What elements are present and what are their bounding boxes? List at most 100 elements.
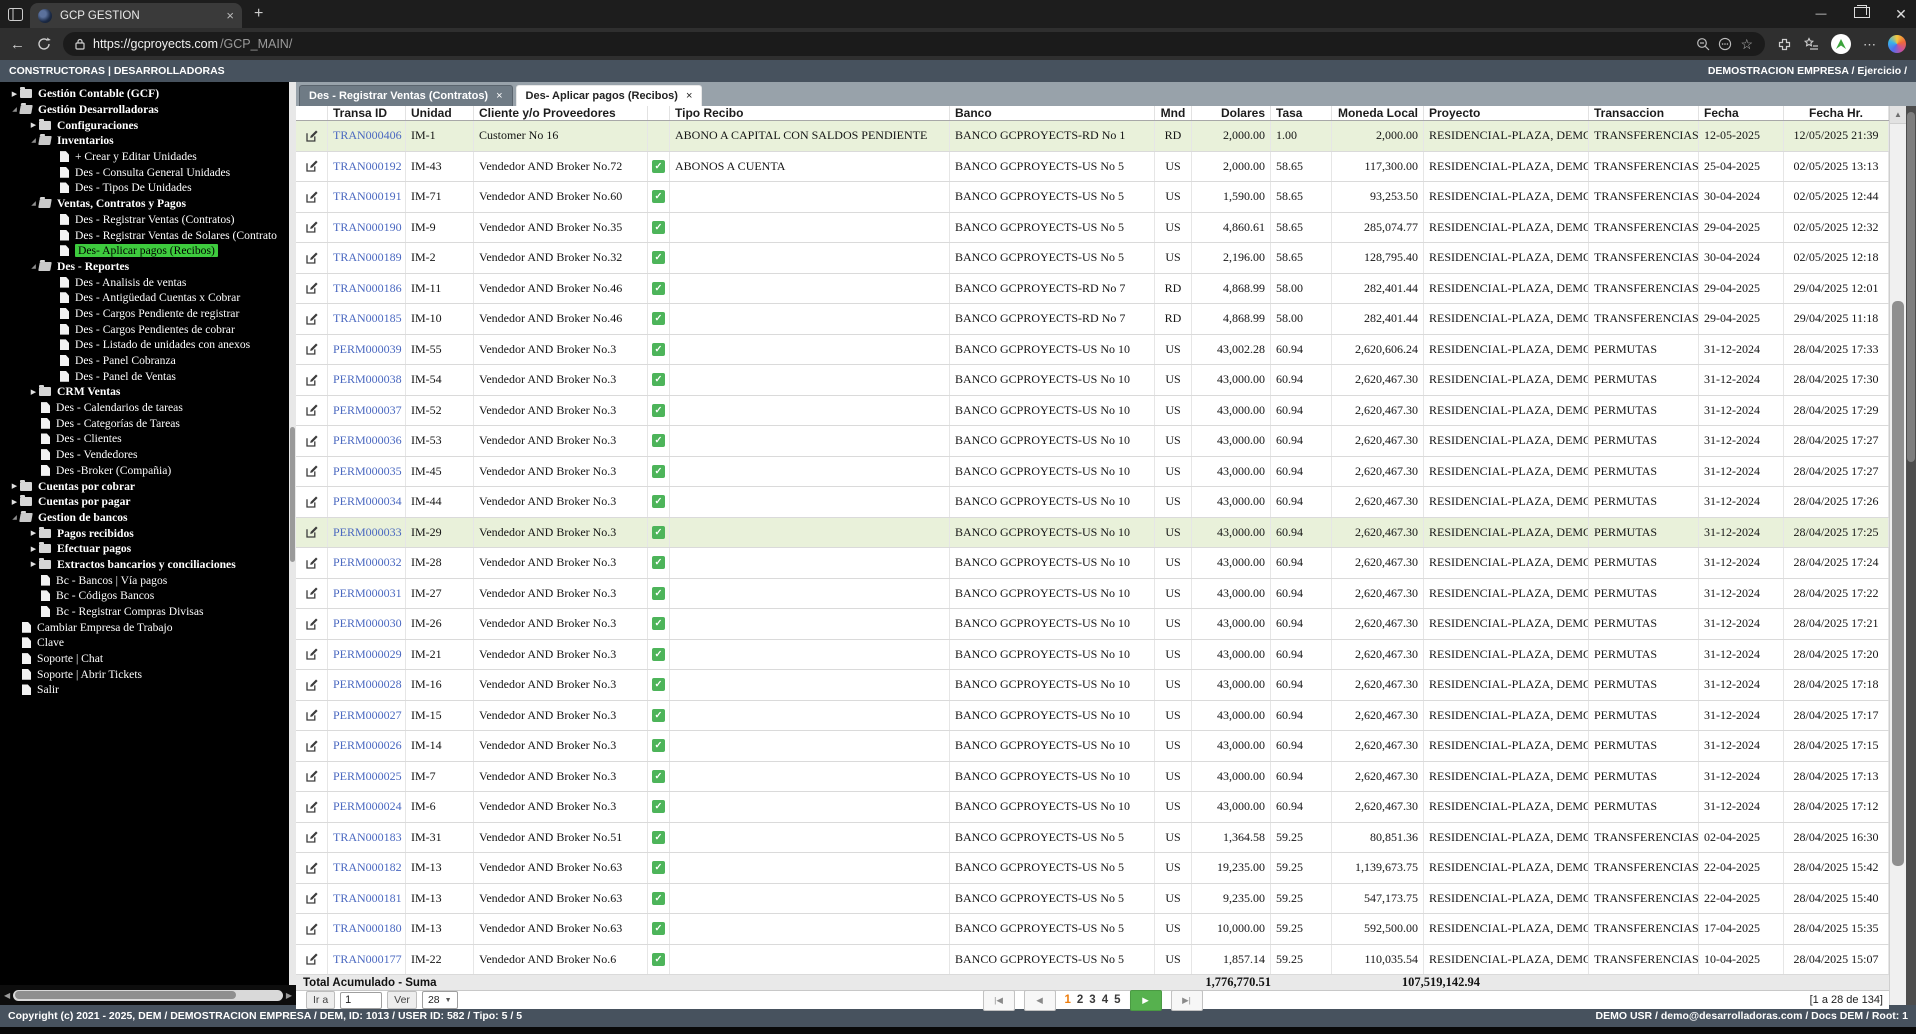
sidebar-item[interactable]: Des - Antigüedad Cuentas x Cobrar <box>0 290 296 306</box>
table-row[interactable]: TRAN000177 IM-22 Vendedor AND Broker No.6 ✓… <box>296 944 1889 975</box>
edit-row-icon[interactable] <box>303 310 321 328</box>
transa-id-link[interactable]: PERM000026 <box>333 738 402 753</box>
edit-row-icon[interactable] <box>303 859 321 877</box>
table-row[interactable]: PERM000025 IM-7 Vendedor AND Broker No.3 ✓ B… <box>296 761 1889 792</box>
transa-id-link[interactable]: TRAN000182 <box>333 860 402 875</box>
transa-id-link[interactable]: PERM000038 <box>333 372 402 387</box>
refresh-button[interactable] <box>37 37 51 51</box>
transa-id-link[interactable]: PERM000028 <box>333 677 402 692</box>
sidebar-item[interactable]: ◢ Gestion de bancos <box>0 510 296 526</box>
edit-row-icon[interactable] <box>303 950 321 968</box>
address-bar[interactable]: https://gcproyects.com/GCP_MAIN/ ☆ <box>63 32 1765 56</box>
page-vertical-scrollbar[interactable] <box>1906 106 1916 1005</box>
new-tab-button[interactable]: + <box>254 5 263 23</box>
sidebar-item[interactable]: ◢ Gestión Desarrolladoras <box>0 102 296 118</box>
table-row[interactable]: TRAN000182 IM-13 Vendedor AND Broker No.63… <box>296 853 1889 884</box>
edit-row-icon[interactable] <box>303 493 321 511</box>
tab-close-icon[interactable]: × <box>496 90 502 102</box>
sidebar-item[interactable]: Des - Panel Cobranza <box>0 353 296 369</box>
sidebar-item[interactable]: Des - Panel de Ventas <box>0 368 296 384</box>
col-header-transaccion[interactable]: Transaccion <box>1589 106 1699 120</box>
settings-ellipsis-icon[interactable]: ⋯ <box>1863 38 1876 51</box>
page-size-select[interactable]: 28 ▼ <box>421 991 458 1009</box>
edit-row-icon[interactable] <box>303 218 321 236</box>
scroll-up-icon[interactable]: ▲ <box>1890 106 1906 124</box>
table-row[interactable]: PERM000034 IM-44 Vendedor AND Broker No.3 ✓… <box>296 487 1889 518</box>
table-row[interactable]: PERM000033 IM-29 Vendedor AND Broker No.3 ✓… <box>296 517 1889 548</box>
sidebar-item[interactable]: Des - Clientes <box>0 431 296 447</box>
table-row[interactable]: PERM000027 IM-15 Vendedor AND Broker No.3 ✓… <box>296 700 1889 731</box>
sidebar-vertical-scrollbar[interactable] <box>289 82 296 985</box>
edit-row-icon[interactable] <box>303 737 321 755</box>
col-header-moneda-local[interactable]: Moneda Local <box>1332 106 1424 120</box>
col-header-unidad[interactable]: Unidad <box>406 106 474 120</box>
tab-close-icon[interactable]: × <box>686 90 692 102</box>
sidebar-item[interactable]: Salir <box>0 682 296 698</box>
transa-id-link[interactable]: TRAN000180 <box>333 921 402 936</box>
zoom-out-icon[interactable] <box>1696 37 1710 51</box>
sidebar-item[interactable]: Des - Cargos Pendientes de cobrar <box>0 321 296 337</box>
table-row[interactable]: TRAN000186 IM-11 Vendedor AND Broker No.46… <box>296 273 1889 304</box>
transa-id-link[interactable]: TRAN000186 <box>333 281 402 296</box>
transa-id-link[interactable]: PERM000025 <box>333 769 402 784</box>
table-row[interactable]: PERM000029 IM-21 Vendedor AND Broker No.3 ✓… <box>296 639 1889 670</box>
window-minimize-button[interactable]: — <box>1814 8 1828 20</box>
sidebar-hscroll-thumb[interactable] <box>15 991 237 999</box>
edit-row-icon[interactable] <box>303 249 321 267</box>
collapsed-arrow-icon[interactable]: ▶ <box>9 498 20 506</box>
edit-row-icon[interactable] <box>303 798 321 816</box>
col-header-dolares[interactable]: Dolares <box>1192 106 1271 120</box>
page-number-link[interactable]: 2 <box>1077 994 1083 1006</box>
transa-id-link[interactable]: TRAN000192 <box>333 159 402 174</box>
browser-tab[interactable]: GCP GESTION × <box>30 3 242 28</box>
col-header-proyecto[interactable]: Proyecto <box>1424 106 1589 120</box>
collapsed-arrow-icon[interactable]: ▶ <box>28 388 39 396</box>
transa-id-link[interactable]: PERM000029 <box>333 647 402 662</box>
expanded-arrow-icon[interactable]: ◢ <box>28 263 39 270</box>
collapsed-arrow-icon[interactable]: ▶ <box>28 529 39 537</box>
transa-id-link[interactable]: PERM000037 <box>333 403 402 418</box>
sidebar-item[interactable]: ▶ Pagos recibidos <box>0 525 296 541</box>
sidebar-item[interactable]: Des - Listado de unidades con anexos <box>0 337 296 353</box>
sidebar-item[interactable]: ▶ Configuraciones <box>0 117 296 133</box>
table-row[interactable]: PERM000036 IM-53 Vendedor AND Broker No.3 ✓… <box>296 426 1889 457</box>
edit-row-icon[interactable] <box>303 279 321 297</box>
sidebar-item[interactable]: ▶ Gestión Contable (GCF) <box>0 86 296 102</box>
table-row[interactable]: PERM000037 IM-52 Vendedor AND Broker No.3 ✓… <box>296 395 1889 426</box>
sidebar-item[interactable]: Cambiar Empresa de Trabajo <box>0 619 296 635</box>
table-vertical-scrollbar[interactable]: ▲ <box>1889 106 1906 1005</box>
transa-id-link[interactable]: TRAN000183 <box>333 830 402 845</box>
table-row[interactable]: PERM000026 IM-14 Vendedor AND Broker No.3 ✓… <box>296 731 1889 762</box>
sidebar-item[interactable]: ▶ Efectuar pagos <box>0 541 296 557</box>
sidebar-item[interactable]: Des - Analisis de ventas <box>0 274 296 290</box>
table-row[interactable]: PERM000030 IM-26 Vendedor AND Broker No.3 ✓… <box>296 609 1889 640</box>
transa-id-link[interactable]: PERM000035 <box>333 464 402 479</box>
sidebar-item[interactable]: ▶ Cuentas por cobrar <box>0 478 296 494</box>
table-row[interactable]: TRAN000406 IM-1 Customer No 16 ABONO A CAPI… <box>296 121 1889 152</box>
sidebar-item[interactable]: Bc - Bancos | Vía pagos <box>0 572 296 588</box>
sidebar-item[interactable]: Soporte | Abrir Tickets <box>0 666 296 682</box>
col-header-mnd[interactable]: Mnd <box>1155 106 1192 120</box>
tab-aplicar-pagos[interactable]: Des- Aplicar pagos (Recibos) × <box>515 85 703 106</box>
sidebar-item[interactable]: Des - Calendarios de tareas <box>0 400 296 416</box>
window-close-button[interactable]: ✕ <box>1894 6 1908 23</box>
transa-id-link[interactable]: PERM000034 <box>333 494 402 509</box>
sidebar-item[interactable]: Des - Registrar Ventas (Contratos) <box>0 212 296 228</box>
sidebar-item[interactable]: + Crear y Editar Unidades <box>0 149 296 165</box>
sidebar-item[interactable]: Soporte | Chat <box>0 651 296 667</box>
first-page-button[interactable]: |◀ <box>982 989 1015 1011</box>
scroll-left-icon[interactable]: ◀ <box>4 991 10 1000</box>
sidebar-item[interactable]: ▶ CRM Ventas <box>0 384 296 400</box>
table-row[interactable]: TRAN000180 IM-13 Vendedor AND Broker No.63… <box>296 914 1889 945</box>
col-header-tasa[interactable]: Tasa <box>1271 106 1332 120</box>
transa-id-link[interactable]: TRAN000406 <box>333 128 402 143</box>
edit-row-icon[interactable] <box>303 340 321 358</box>
transa-id-link[interactable]: PERM000039 <box>333 342 402 357</box>
sidebar-item[interactable]: Clave <box>0 635 296 651</box>
table-row[interactable]: PERM000031 IM-27 Vendedor AND Broker No.3 ✓… <box>296 578 1889 609</box>
window-restore-button[interactable] <box>1854 5 1870 21</box>
col-header-fecha-hr[interactable]: Fecha Hr. <box>1784 106 1889 120</box>
expanded-arrow-icon[interactable]: ◢ <box>28 200 39 207</box>
page-number-link[interactable]: 4 <box>1102 994 1108 1006</box>
table-row[interactable]: PERM000024 IM-6 Vendedor AND Broker No.3 ✓ B… <box>296 792 1889 823</box>
